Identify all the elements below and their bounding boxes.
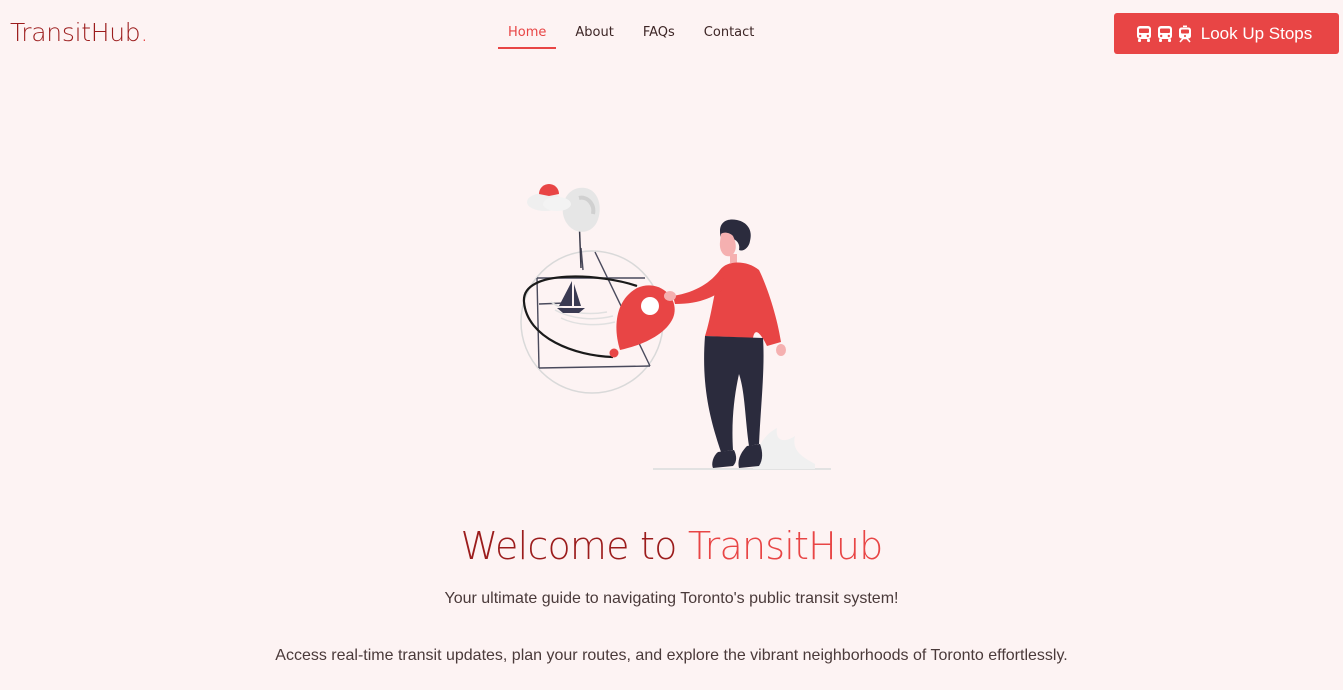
look-up-stops-label: Look Up Stops	[1200, 23, 1313, 43]
nav-link-contact[interactable]: Contact	[694, 23, 765, 49]
sailboat-icon	[557, 281, 585, 313]
hero-title-accent: TransitHub	[687, 524, 883, 568]
cloud-shape	[543, 197, 571, 211]
brand-name: TransitHub	[10, 18, 141, 47]
bus-icon	[1157, 25, 1172, 42]
main-nav: Home About FAQs Contact	[498, 23, 773, 49]
tram-icon	[1178, 25, 1191, 43]
tree-icon	[562, 187, 600, 269]
hero-title: Welcome to TransitHub	[0, 520, 1343, 572]
hero-title-prefix: Welcome to	[460, 524, 678, 568]
look-up-stops-button[interactable]: Look Up Stops	[1114, 13, 1339, 54]
transit-icons	[1135, 25, 1196, 43]
brand-logo[interactable]: TransitHub.	[10, 17, 148, 49]
nav-link-home[interactable]: Home	[498, 23, 557, 49]
sun-icon	[539, 184, 559, 196]
nav-link-about[interactable]: About	[565, 23, 623, 49]
hero-description: Access real-time transit updates, plan y…	[275, 647, 1068, 664]
plant-shape	[753, 428, 815, 469]
hero-illustration	[520, 184, 831, 470]
nav-link-faqs[interactable]: FAQs	[633, 23, 685, 49]
navbar: TransitHub. Home About FAQs Contact Look…	[0, 0, 1343, 68]
bus-icon	[1136, 25, 1151, 42]
person-figure	[664, 219, 786, 468]
route-start-dot	[609, 348, 619, 358]
brand-dot: .	[140, 18, 148, 47]
hero-subtitle: Your ultimate guide to navigating Toront…	[444, 590, 899, 607]
